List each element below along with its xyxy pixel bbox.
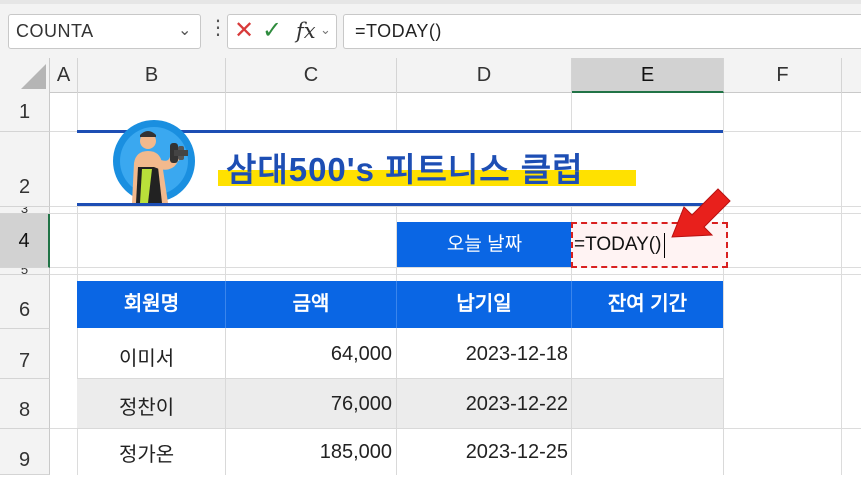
table-cell-due[interactable]: 2023-12-22 — [397, 393, 568, 416]
table-cell-due[interactable]: 2023-12-25 — [397, 441, 568, 464]
chevron-down-icon[interactable]: ⌄ — [320, 22, 331, 38]
insert-function-icon[interactable]: fx — [296, 17, 316, 45]
cell-divider — [571, 329, 572, 475]
table-cell-amount[interactable]: 76,000 — [226, 393, 392, 416]
gridline — [50, 267, 861, 268]
row-header-1[interactable]: 1 — [0, 93, 50, 132]
column-header-f[interactable]: F — [724, 58, 842, 93]
text-caret — [664, 233, 665, 258]
row-header-6[interactable]: 6 — [0, 275, 50, 329]
row-divider — [77, 378, 723, 379]
table-header-remain: 잔여 기간 — [607, 293, 688, 315]
gridline — [50, 274, 861, 275]
row-header-8[interactable]: 8 — [0, 379, 50, 429]
header-divider — [225, 281, 226, 328]
column-header-c[interactable]: C — [226, 58, 397, 93]
column-header-b[interactable]: B — [78, 58, 226, 93]
fitness-logo-icon — [112, 119, 196, 203]
row-header-2[interactable]: 2 — [0, 132, 50, 207]
name-box-value[interactable]: COUNTA — [16, 21, 94, 42]
table-header-due: 납기일 — [456, 293, 512, 315]
select-all-triangle-icon — [21, 64, 46, 89]
formula-text[interactable]: =TODAY() — [355, 21, 442, 42]
more-options-icon[interactable]: ⋮ — [208, 18, 228, 38]
column-header-e[interactable]: E — [572, 58, 724, 93]
column-header-a[interactable]: A — [50, 58, 78, 93]
table-header-name: 회원명 — [123, 293, 180, 315]
header-divider — [396, 281, 397, 328]
table-cell-name[interactable]: 이미서 — [119, 342, 174, 371]
table-cell-due[interactable]: 2023-12-18 — [397, 343, 568, 366]
red-arrow-icon — [668, 185, 738, 245]
cell-divider — [723, 329, 724, 475]
row-header-9[interactable]: 9 — [0, 429, 50, 475]
row-header-3[interactable]: 3 — [0, 207, 50, 214]
banner-bottom-line — [77, 203, 723, 206]
ribbon-edge — [0, 0, 861, 4]
gridline — [50, 206, 861, 207]
row-divider — [77, 428, 723, 429]
enter-icon[interactable]: ✓ — [262, 17, 282, 45]
active-cell-formula[interactable]: =TODAY() — [574, 234, 661, 256]
cancel-icon[interactable]: ✕ — [234, 17, 254, 45]
table-cell-name[interactable]: 정가온 — [119, 438, 174, 467]
table-header-amount: 금액 — [292, 293, 330, 315]
select-all-button[interactable] — [0, 58, 50, 93]
page-title: 삼대500's 피트니스 클럽 — [226, 151, 584, 188]
gridline — [50, 213, 861, 214]
row-header-7[interactable]: 7 — [0, 329, 50, 379]
table-cell-amount[interactable]: 64,000 — [226, 343, 392, 366]
today-label[interactable]: 오늘 날짜 — [397, 222, 572, 267]
header-divider — [571, 281, 572, 328]
table-cell-amount[interactable]: 185,000 — [226, 441, 392, 464]
chevron-down-icon[interactable]: ⌄ — [178, 20, 191, 40]
column-header-d[interactable]: D — [397, 58, 572, 93]
gridline — [841, 93, 842, 475]
row-header-5[interactable]: 5 — [0, 268, 50, 275]
table-cell-name[interactable]: 정찬이 — [119, 391, 174, 420]
row-header-4[interactable]: 4 — [0, 214, 50, 268]
